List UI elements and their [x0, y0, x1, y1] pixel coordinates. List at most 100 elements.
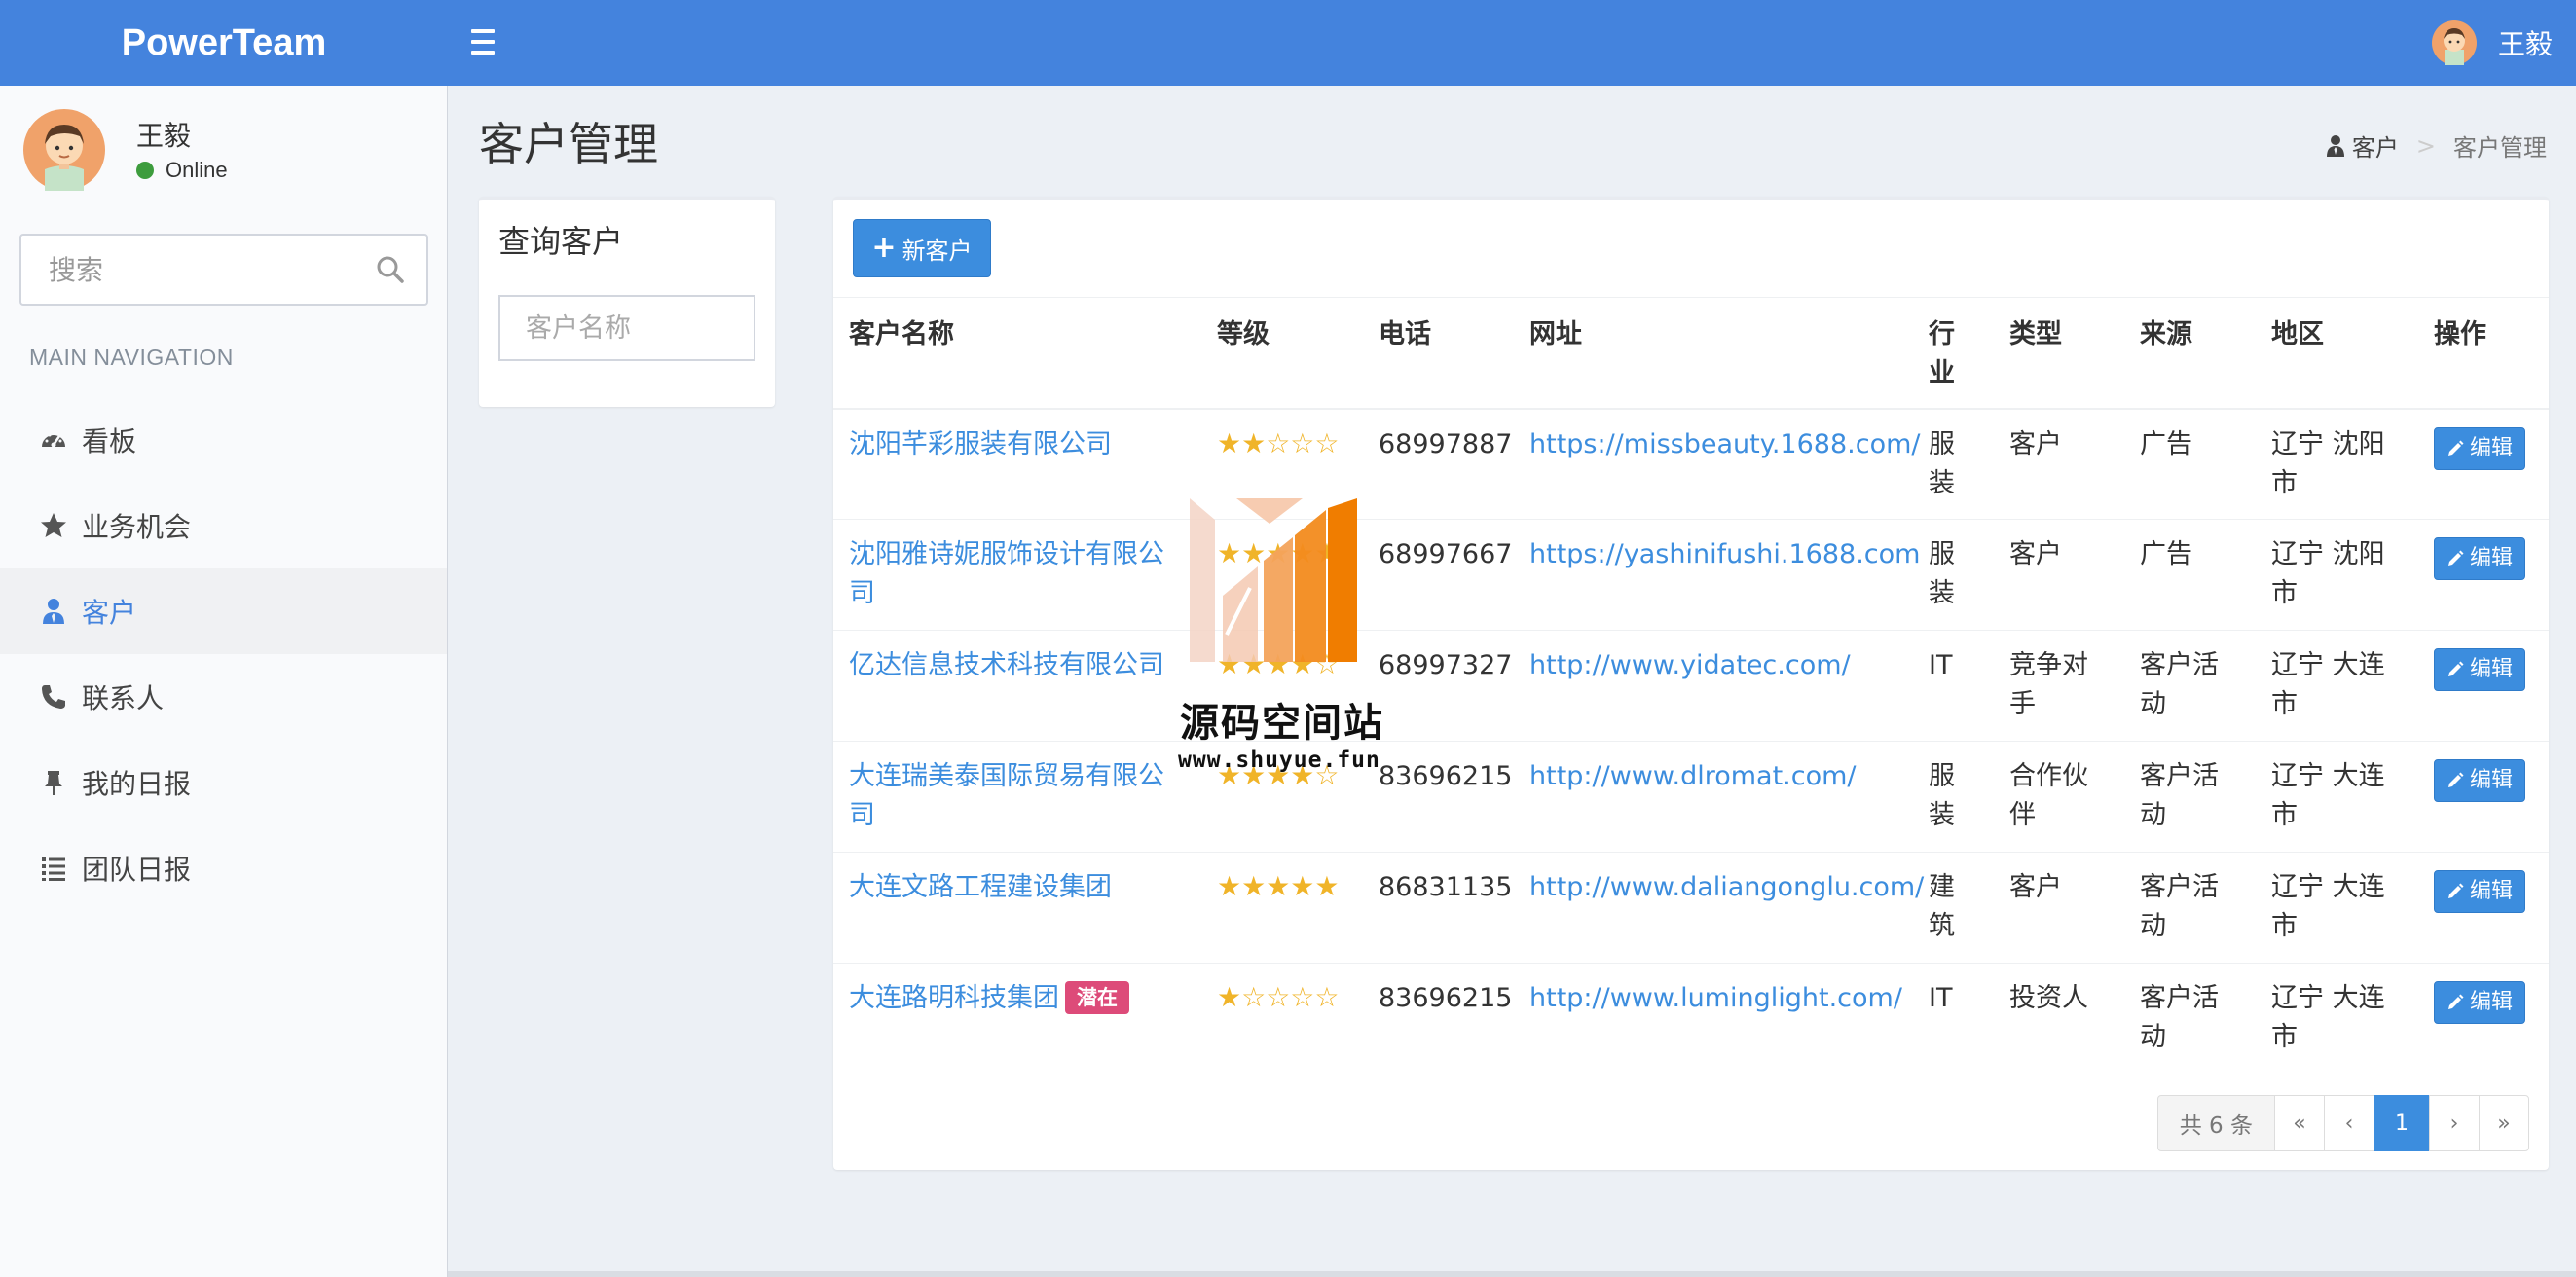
- phone-icon: [42, 685, 65, 709]
- new-customer-button[interactable]: + 新客户: [853, 219, 991, 277]
- pin-icon: [45, 771, 62, 795]
- online-status: Online: [136, 158, 228, 183]
- cell-phone: 86831135: [1363, 852, 1514, 964]
- top-header: PowerTeam 王毅: [0, 0, 2576, 86]
- pagination-total: 共 6 条: [2156, 1095, 2275, 1151]
- cell-phone: 83696215: [1363, 963, 1514, 1075]
- cell-website: http://www.dlromat.com/: [1514, 741, 1913, 853]
- user-panel: 王毅 Online: [23, 109, 432, 197]
- cell-region: 辽宁 大连市: [2256, 852, 2418, 964]
- cell-customer-name: 沈阳雅诗妮服饰设计有限公司: [833, 519, 1201, 631]
- cell-level: ★☆☆☆☆: [1201, 963, 1363, 1075]
- next-page-button[interactable]: ›: [2429, 1095, 2480, 1151]
- column-header-actions: 操作: [2418, 297, 2549, 410]
- table-row: 沈阳雅诗妮服饰设计有限公司★★★★★68997667https://yashin…: [833, 519, 2549, 631]
- website-link[interactable]: http://www.daliangonglu.com/: [1529, 872, 1924, 902]
- cell-source: 广告: [2124, 519, 2256, 631]
- table-row: 大连文路工程建设集团 ★★★★★ 86831135 http://www.dalian…: [833, 852, 2549, 964]
- column-header-level: 等级: [1201, 297, 1363, 410]
- edit-button[interactable]: 编辑: [2434, 426, 2526, 470]
- website-link[interactable]: https://missbeauty.1688.com/: [1529, 429, 1920, 459]
- cell-source: 客户活动: [2124, 852, 2256, 964]
- watermark-title: 源码空间站: [1180, 701, 1384, 746]
- customer-name-link[interactable]: 沈阳雅诗妮服饰设计有限公司: [849, 539, 1164, 608]
- cell-customer-name: 沈阳芊彩服装有限公司: [833, 408, 1201, 520]
- cell-type: 客户: [1994, 852, 2124, 964]
- prev-page-button[interactable]: ‹: [2324, 1095, 2374, 1151]
- cell-type: 客户: [1994, 408, 2124, 520]
- column-header-phone: 电话: [1363, 297, 1514, 410]
- edit-button[interactable]: 编辑: [2434, 537, 2526, 580]
- status-badge: 潜在: [1065, 981, 1129, 1014]
- new-customer-label: 新客户: [902, 237, 973, 265]
- rating-stars: ★☆☆☆☆: [1217, 981, 1340, 1013]
- column-header-website: 网址: [1514, 297, 1913, 410]
- cell-industry: 服装: [1913, 741, 1994, 853]
- breadcrumb-customers-link[interactable]: 客户: [2352, 128, 2399, 163]
- cell-actions: 编辑: [2418, 630, 2549, 742]
- edit-button[interactable]: 编辑: [2434, 870, 2526, 913]
- pagination: 共 6 条 « ‹ 1 › »: [2156, 1095, 2529, 1151]
- cell-customer-name: 大连路明科技集团 潜在: [833, 963, 1201, 1075]
- sidebar: 王毅 Online MAIN NAVIGATION 看板 业务: [0, 86, 448, 1277]
- column-header-source: 来源: [2124, 297, 2256, 410]
- header-user-name: 王毅: [2497, 28, 2553, 60]
- cell-actions: 编辑: [2418, 519, 2549, 631]
- cell-website: http://www.daliangonglu.com/: [1514, 852, 1924, 964]
- last-page-button[interactable]: »: [2479, 1095, 2529, 1151]
- sidebar-item-dashboard[interactable]: 看板: [0, 397, 447, 483]
- nav-section-header: MAIN NAVIGATION: [29, 345, 234, 370]
- customer-name-link[interactable]: 亿达信息技术科技有限公司: [849, 650, 1164, 680]
- customer-name-link[interactable]: 沈阳芊彩服装有限公司: [849, 429, 1112, 459]
- search-input[interactable]: [21, 236, 372, 304]
- cell-region: 辽宁 沈阳市: [2256, 519, 2418, 631]
- sidebar-item-label: 客户: [82, 597, 137, 629]
- cell-region: 辽宁 大连市: [2256, 963, 2418, 1075]
- page-1-button[interactable]: 1: [2374, 1095, 2430, 1151]
- cell-type: 合作伙伴: [1994, 741, 2124, 853]
- footer-divider: [448, 1271, 2576, 1277]
- pencil-icon: [2448, 440, 2464, 456]
- sidebar-item-contacts[interactable]: 联系人: [0, 654, 447, 740]
- breadcrumb-separator: >: [2415, 131, 2436, 160]
- customer-name-input[interactable]: [498, 295, 755, 361]
- column-header-industry: 行业: [1913, 297, 1994, 410]
- cell-type: 竞争对手: [1994, 630, 2124, 742]
- app-logo[interactable]: PowerTeam: [0, 0, 448, 86]
- customer-name-link[interactable]: 大连瑞美泰国际贸易有限公司: [849, 761, 1164, 830]
- table-row: 大连瑞美泰国际贸易有限公司 ★★★★☆ 83696215 http://www.dlr…: [833, 741, 2549, 853]
- pencil-icon: [2448, 550, 2464, 566]
- edit-label: 编辑: [2470, 546, 2514, 570]
- first-page-button[interactable]: «: [2274, 1095, 2325, 1151]
- main-navigation: 看板 业务机会 客户 联系人 我的日报 团队日报: [0, 397, 447, 911]
- cell-customer-name: 大连文路工程建设集团: [833, 852, 1201, 964]
- breadcrumb: 客户 > 客户管理: [2325, 128, 2547, 163]
- edit-button[interactable]: 编辑: [2434, 759, 2526, 802]
- menu-toggle-icon[interactable]: [471, 21, 506, 64]
- edit-button[interactable]: 编辑: [2434, 981, 2526, 1024]
- website-link[interactable]: https://yashinifushi.1688.com: [1529, 539, 1920, 569]
- sidebar-item-team-daily-report[interactable]: 团队日报: [0, 825, 447, 911]
- cell-industry: 建筑: [1913, 852, 1994, 964]
- table-row: 亿达信息技术科技有限公司 ★★★★☆ 68997327 http://www.yida…: [833, 630, 2549, 742]
- table-row: 沈阳芊彩服装有限公司 ★★☆☆☆ 68997887 https://missbeaut…: [833, 408, 2549, 520]
- customer-name-link[interactable]: 大连路明科技集团: [849, 983, 1059, 1013]
- customer-name-link[interactable]: 大连文路工程建设集团: [849, 872, 1112, 902]
- sidebar-item-my-daily-report[interactable]: 我的日报: [0, 740, 447, 825]
- page-title: 客户管理: [479, 118, 658, 170]
- website-link[interactable]: http://www.luminglight.com/: [1529, 983, 1902, 1013]
- customer-query-panel: 查询客户: [479, 197, 775, 407]
- cell-website: https://missbeauty.1688.com/: [1514, 408, 1920, 520]
- cell-actions: 编辑: [2418, 963, 2549, 1075]
- plus-icon: +: [871, 231, 897, 265]
- header-user-menu[interactable]: 王毅: [2431, 0, 2553, 86]
- sidebar-item-opportunities[interactable]: 业务机会: [0, 483, 447, 568]
- sidebar-item-customers[interactable]: 客户: [0, 568, 447, 654]
- website-link[interactable]: http://www.yidatec.com/: [1529, 650, 1851, 680]
- rating-stars: ★★☆☆☆: [1217, 426, 1340, 459]
- website-link[interactable]: http://www.dlromat.com/: [1529, 761, 1857, 791]
- cell-industry: IT: [1913, 963, 1994, 1075]
- search-icon[interactable]: [376, 255, 405, 284]
- edit-button[interactable]: 编辑: [2434, 648, 2526, 691]
- avatar: [2431, 20, 2477, 65]
